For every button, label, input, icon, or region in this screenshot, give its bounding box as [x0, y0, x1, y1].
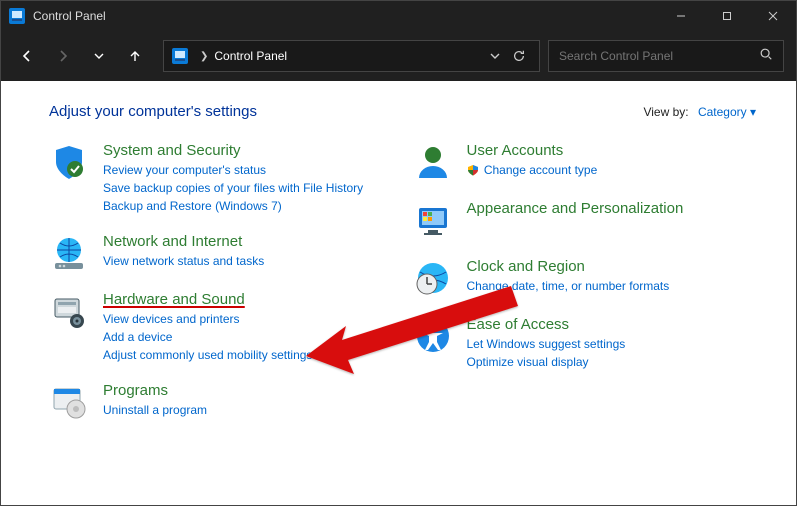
refresh-button[interactable]	[507, 44, 531, 68]
category-system-security: System and Security Review your computer'…	[49, 142, 393, 215]
view-by-control: View by: Category ▾	[643, 105, 756, 119]
category-title[interactable]: Ease of Access	[467, 316, 626, 333]
category-clock-region: Clock and Region Change date, time, or nu…	[413, 258, 757, 298]
clock-region-icon[interactable]	[413, 258, 453, 298]
minimize-button[interactable]	[658, 1, 704, 31]
page-title: Adjust your computer's settings	[49, 103, 643, 120]
category-links: Let Windows suggest settingsOptimize vis…	[467, 335, 626, 371]
category-hardware-sound: Hardware and Sound View devices and print…	[49, 291, 393, 364]
network-internet-icon[interactable]	[49, 233, 89, 273]
category-links: View devices and printersAdd a deviceAdj…	[103, 310, 312, 364]
search-input[interactable]	[559, 49, 759, 63]
category-title[interactable]: Programs	[103, 382, 207, 399]
user-accounts-icon[interactable]	[413, 142, 453, 182]
category-link[interactable]: Optimize visual display	[467, 353, 626, 371]
breadcrumb-item[interactable]: Control Panel	[214, 49, 287, 63]
searchbar[interactable]	[548, 40, 784, 72]
category-programs: Programs Uninstall a program	[49, 382, 393, 422]
category-links: Review your computer's statusSave backup…	[103, 161, 363, 215]
chevron-right-icon[interactable]: ❯	[200, 51, 208, 62]
category-links: Uninstall a program	[103, 401, 207, 419]
nav-back-button[interactable]	[13, 42, 41, 70]
close-button[interactable]	[750, 1, 796, 31]
category-title[interactable]: Hardware and Sound	[103, 291, 312, 308]
window-title: Control Panel	[33, 9, 658, 23]
nav-recent-dropdown[interactable]	[85, 42, 113, 70]
uac-shield-icon	[467, 163, 479, 175]
category-links: Change account type	[467, 161, 598, 179]
hardware-sound-icon[interactable]	[49, 291, 89, 331]
category-link[interactable]: Change account type	[467, 161, 598, 179]
address-dropdown-button[interactable]	[483, 44, 507, 68]
category-link[interactable]: Review your computer's status	[103, 161, 363, 179]
system-security-icon[interactable]	[49, 142, 89, 182]
category-link[interactable]: Change date, time, or number formats	[467, 277, 670, 295]
category-links: Change date, time, or number formats	[467, 277, 670, 295]
maximize-button[interactable]	[704, 1, 750, 31]
category-user-accounts: User Accounts Change account type	[413, 142, 757, 182]
category-title[interactable]: System and Security	[103, 142, 363, 159]
content-area: Adjust your computer's settings View by:…	[1, 81, 796, 505]
category-title[interactable]: Clock and Region	[467, 258, 670, 275]
control-panel-icon	[172, 48, 188, 64]
category-links: View network status and tasks	[103, 252, 264, 270]
nav-up-button[interactable]	[121, 42, 149, 70]
category-link[interactable]: Uninstall a program	[103, 401, 207, 419]
control-panel-icon	[9, 8, 25, 24]
navbar: ❯ Control Panel	[1, 31, 796, 81]
addressbar[interactable]: ❯ Control Panel	[163, 40, 540, 72]
category-appearance: Appearance and Personalization	[413, 200, 757, 240]
window-controls	[658, 1, 796, 31]
view-by-label: View by:	[643, 105, 688, 119]
left-column: System and Security Review your computer'…	[49, 142, 393, 440]
category-link[interactable]: Add a device	[103, 328, 312, 346]
category-link[interactable]: Backup and Restore (Windows 7)	[103, 197, 363, 215]
category-link[interactable]: View network status and tasks	[103, 252, 264, 270]
search-icon[interactable]	[759, 47, 773, 66]
category-link[interactable]: Let Windows suggest settings	[467, 335, 626, 353]
category-link[interactable]: Adjust commonly used mobility settings	[103, 346, 312, 364]
category-title[interactable]: Appearance and Personalization	[467, 200, 684, 217]
category-title[interactable]: Network and Internet	[103, 233, 264, 250]
category-link[interactable]: View devices and printers	[103, 310, 312, 328]
view-by-value[interactable]: Category ▾	[698, 105, 756, 119]
category-link[interactable]: Save backup copies of your files with Fi…	[103, 179, 363, 197]
category-ease-of-access: Ease of Access Let Windows suggest settin…	[413, 316, 757, 371]
titlebar: Control Panel	[1, 1, 796, 31]
category-network-internet: Network and Internet View network status …	[49, 233, 393, 273]
right-column: User Accounts Change account type Appeara…	[413, 142, 757, 440]
ease-of-access-icon[interactable]	[413, 316, 453, 356]
nav-forward-button[interactable]	[49, 42, 77, 70]
control-panel-window: Control Panel ❯ Control Panel	[0, 0, 797, 506]
programs-icon[interactable]	[49, 382, 89, 422]
appearance-icon[interactable]	[413, 200, 453, 240]
category-title[interactable]: User Accounts	[467, 142, 598, 159]
